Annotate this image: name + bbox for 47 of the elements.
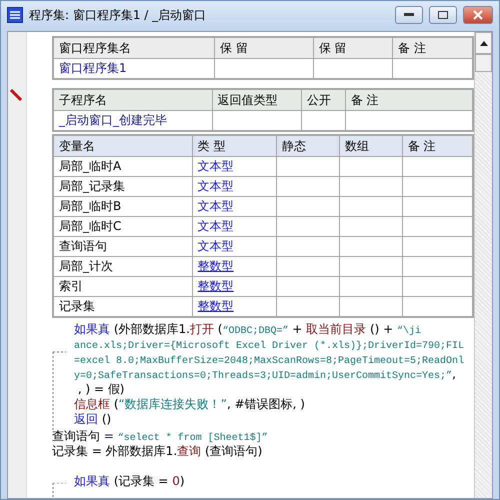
code-line: , ) = 假) bbox=[76, 382, 126, 397]
column-header: 子程序名 bbox=[53, 89, 212, 110]
table-cell: 文本型 bbox=[192, 176, 277, 196]
pencil-icon bbox=[10, 89, 22, 101]
scroll-up-button[interactable] bbox=[475, 32, 492, 54]
column-header: 窗口程序集名 bbox=[53, 37, 215, 58]
close-icon bbox=[473, 10, 483, 20]
table-cell: 局部_记录集 bbox=[53, 176, 192, 196]
column-header: 静态 bbox=[276, 135, 340, 156]
code-line: 记录集 = 外部数据库1.查询 (查询语句) bbox=[52, 444, 264, 459]
code-line: =excel 8.0;MaxBufferSize=2048;MaxScanRows=8;PageTimeout=5;ReadOnl bbox=[74, 354, 466, 367]
code-line: 查询语句 = “select * from [Sheet1$]” bbox=[52, 429, 269, 444]
column-header: 保 留 bbox=[313, 37, 393, 58]
code-line: ance.xls;Driver={Microsoft Excel Driver (*.xls)};DriverId=790;FIL bbox=[74, 340, 466, 352]
minimize-icon bbox=[404, 13, 414, 17]
window-title: 程序集: 窗口程序集1 / _启动窗口 bbox=[29, 6, 208, 24]
column-header: 类 型 bbox=[192, 135, 277, 156]
table-cell: 局部_临时A bbox=[53, 156, 192, 176]
column-header: 数组 bbox=[339, 135, 402, 156]
column-header: 公开 bbox=[301, 89, 346, 110]
code-line: 如果真 (记录集 = 0) bbox=[74, 474, 186, 489]
table-cell: 文本型 bbox=[192, 236, 277, 256]
maximize-button[interactable] bbox=[429, 6, 457, 24]
column-header: 备 注 bbox=[402, 135, 473, 156]
table-cell: 局部_临时B bbox=[53, 196, 192, 216]
column-header: 变量名 bbox=[53, 135, 192, 156]
table-cell: 整数型 bbox=[192, 276, 277, 296]
code-line: 返回 () bbox=[74, 412, 112, 427]
up-arrow-icon bbox=[480, 40, 488, 46]
table-cell: 索引 bbox=[53, 276, 192, 296]
table-cell: 局部_临时C bbox=[53, 216, 192, 236]
column-header: 保 留 bbox=[214, 37, 314, 58]
column-header: 返回值类型 bbox=[212, 89, 302, 110]
maximize-icon bbox=[438, 11, 448, 19]
table-cell: 查询语句 bbox=[53, 236, 192, 256]
app-icon bbox=[7, 7, 23, 23]
close-button[interactable] bbox=[463, 6, 493, 24]
table-cell: 文本型 bbox=[192, 216, 277, 236]
table-cell: 文本型 bbox=[192, 196, 277, 216]
table-cell: 整数型 bbox=[192, 256, 277, 276]
table-cell: 局部_计次 bbox=[53, 256, 192, 276]
scrollbar-thumb[interactable] bbox=[475, 54, 492, 72]
column-header: 备 注 bbox=[392, 37, 473, 58]
table-cell: 文本型 bbox=[192, 156, 277, 176]
column-header: 备 注 bbox=[345, 89, 473, 110]
minimize-button[interactable] bbox=[395, 6, 423, 24]
code-line: 信息框 (“数据库连接失败！”, #错误图标, ) bbox=[74, 397, 306, 412]
